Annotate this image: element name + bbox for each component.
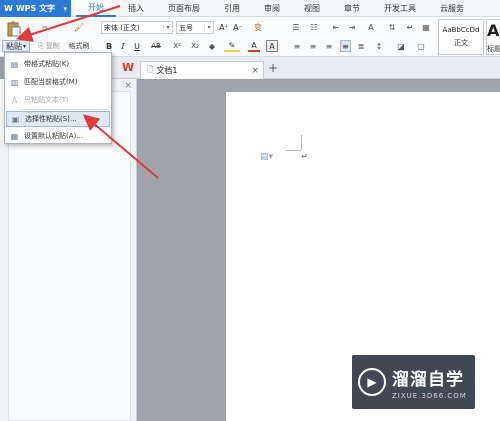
match-format-icon: ▥ bbox=[10, 77, 19, 87]
chevron-down-icon: ▾ bbox=[63, 4, 67, 13]
menu-item-paste-special[interactable]: ▣ 选择性粘贴(S)... bbox=[6, 111, 110, 127]
line-spacing-icon[interactable]: ↕ bbox=[372, 40, 386, 52]
numbered-list-icon[interactable]: ☷ bbox=[308, 21, 320, 34]
ribbon: 粘贴 ▾ ✂ ⎘ 复制 🖌 格式刷 宋体 (正文) ▾ 五号 ▾ A⁺ A⁻ 变 B I… bbox=[0, 17, 500, 57]
style-heading[interactable]: Aa 标题 bbox=[486, 19, 500, 55]
margin-marker bbox=[286, 150, 301, 151]
wps-writer-icon: W bbox=[4, 4, 13, 13]
grow-font-button[interactable]: A⁺ bbox=[218, 21, 230, 34]
tab-references[interactable]: 引用 bbox=[212, 0, 252, 17]
font-size-select[interactable]: 五号 ▾ bbox=[176, 21, 214, 34]
table-icon[interactable]: ▦ bbox=[420, 21, 432, 34]
close-icon[interactable]: × bbox=[251, 66, 259, 76]
copy-icon: ⎘ bbox=[38, 41, 44, 50]
document-icon: 🗋 bbox=[147, 64, 154, 74]
wps-writer-icon[interactable]: W bbox=[122, 61, 134, 74]
menu-tabs: 开始 插入 页面布局 引用 审阅 视图 章节 开发工具 云服务 bbox=[76, 0, 476, 17]
outdent-icon[interactable]: ⇤ bbox=[330, 21, 342, 34]
add-tab-icon[interactable]: + bbox=[268, 61, 278, 75]
font-color-button[interactable]: A bbox=[248, 40, 260, 52]
align-left-icon[interactable]: ≡ bbox=[292, 40, 302, 52]
pinyin-button[interactable]: 变 bbox=[250, 21, 266, 34]
paste-dropdown-menu: ▤ 带格式粘贴(K) ▥ 匹配当前格式(M) A 只粘贴文本(T) ▣ 选择性粘… bbox=[4, 52, 112, 144]
paste-format-icon: ▤ bbox=[10, 59, 19, 69]
tab-developer[interactable]: 开发工具 bbox=[372, 0, 428, 17]
menu-divider bbox=[21, 109, 109, 110]
font-name-select[interactable]: 宋体 (正文) ▾ bbox=[101, 21, 173, 34]
bullet-list-icon[interactable]: ☰ bbox=[290, 21, 302, 34]
justify-icon[interactable]: ≡ bbox=[340, 40, 351, 52]
sort-icon[interactable]: ⇅ bbox=[386, 21, 398, 34]
char-border-button[interactable]: A bbox=[266, 40, 278, 52]
document-tab-title: 文档1 bbox=[156, 66, 178, 75]
bold-button[interactable]: B bbox=[104, 40, 114, 52]
italic-button[interactable]: I bbox=[118, 40, 128, 52]
subscript-button[interactable]: X₂ bbox=[188, 40, 202, 52]
paste-options-icon[interactable]: ▤▾ bbox=[260, 152, 273, 162]
watermark: ▶ 溜溜自学 ZIXUE.3D66.COM bbox=[352, 355, 475, 409]
tab-page-layout[interactable]: 页面布局 bbox=[156, 0, 212, 17]
tab-cloud[interactable]: 云服务 bbox=[428, 0, 476, 17]
distribute-icon[interactable]: ≣ bbox=[356, 40, 366, 52]
borders-icon[interactable]: ▢ bbox=[414, 40, 428, 52]
tab-view[interactable]: 视图 bbox=[292, 0, 332, 17]
play-logo-icon: ▶ bbox=[358, 368, 386, 396]
paste-text-icon: A bbox=[11, 95, 18, 105]
chevron-down-icon: ▾ bbox=[163, 24, 172, 31]
app-menu-button[interactable]: W WPS 文字 ▾ bbox=[0, 0, 71, 17]
indent-icon[interactable]: ⇥ bbox=[346, 21, 358, 34]
format-painter-icon[interactable]: 🖌 bbox=[72, 20, 86, 34]
paste-button[interactable]: 粘贴 ▾ bbox=[2, 40, 30, 52]
cut-icon[interactable]: ✂ bbox=[38, 20, 52, 34]
tab-section[interactable]: 章节 bbox=[332, 0, 372, 17]
title-bar: W WPS 文字 ▾ 开始 插入 页面布局 引用 审阅 视图 章节 开发工具 云… bbox=[0, 0, 500, 17]
document-tab-strip: ▾ W 🗋 文档1 × + bbox=[100, 57, 500, 79]
strikethrough-button[interactable]: AB bbox=[148, 40, 164, 52]
close-icon[interactable]: × bbox=[124, 81, 132, 91]
menu-item-paste-with-format[interactable]: ▤ 带格式粘贴(K) bbox=[6, 56, 110, 72]
paragraph-mark: ↵ bbox=[301, 152, 308, 161]
align-right-icon[interactable]: ≡ bbox=[324, 40, 334, 52]
menu-item-match-format[interactable]: ▥ 匹配当前格式(M) bbox=[6, 74, 110, 90]
highlight-color-icon[interactable]: ✎ bbox=[224, 40, 240, 52]
shading-icon[interactable]: ◪ bbox=[394, 40, 408, 52]
menu-item-default-paste[interactable]: ▦ 设置默认粘贴(A)... bbox=[6, 128, 110, 144]
tab-home[interactable]: 开始 bbox=[76, 0, 116, 17]
copy-button[interactable]: ⎘ 复制 bbox=[34, 40, 64, 52]
format-painter-button[interactable]: 格式刷 bbox=[64, 40, 94, 52]
style-normal[interactable]: AaBbCcDd 正文 bbox=[438, 19, 484, 55]
underline-button[interactable]: U bbox=[132, 40, 142, 52]
chinese-layout-icon[interactable]: A bbox=[364, 21, 378, 34]
menu-item-paste-text-only[interactable]: A 只粘贴文本(T) bbox=[6, 92, 110, 108]
paste-icon[interactable] bbox=[6, 20, 22, 38]
tab-review[interactable]: 审阅 bbox=[252, 0, 292, 17]
align-center-icon[interactable]: ≡ bbox=[308, 40, 318, 52]
shrink-font-button[interactable]: A⁻ bbox=[232, 21, 244, 34]
paste-special-icon: ▣ bbox=[11, 114, 20, 124]
margin-marker bbox=[301, 135, 302, 150]
chevron-down-icon: ▾ bbox=[204, 24, 213, 31]
watermark-url: ZIXUE.3D66.COM bbox=[392, 391, 467, 400]
settings-icon: ▦ bbox=[10, 131, 19, 141]
document-tab[interactable]: 🗋 文档1 × bbox=[140, 61, 264, 79]
app-title: WPS 文字 bbox=[15, 4, 56, 13]
watermark-title: 溜溜自学 bbox=[392, 369, 464, 390]
tab-insert[interactable]: 插入 bbox=[116, 0, 156, 17]
clear-format-icon[interactable]: ◆ bbox=[206, 40, 218, 52]
show-marks-icon[interactable]: ↵ bbox=[404, 21, 416, 34]
superscript-button[interactable]: X² bbox=[170, 40, 184, 52]
